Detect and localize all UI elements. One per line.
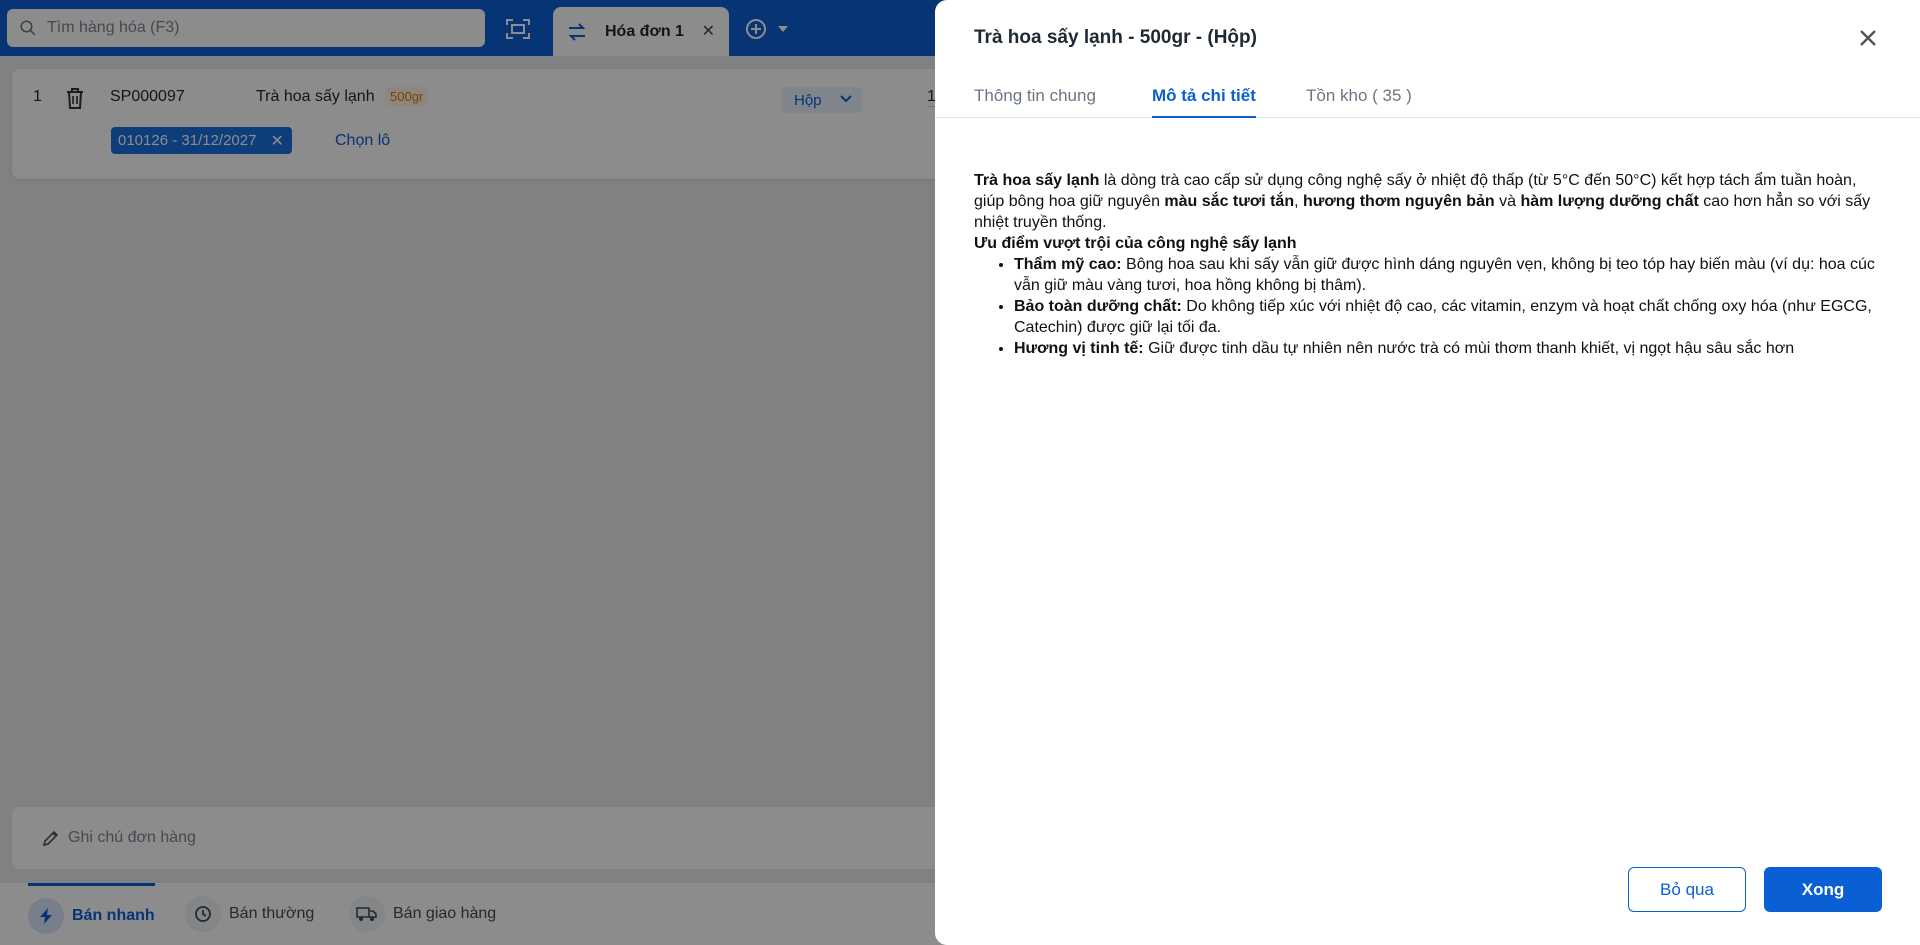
bullet-label: Hương vị tinh tế:	[1014, 340, 1144, 357]
intro-highlight: hương thơm nguyên bản	[1302, 193, 1495, 210]
intro-text: và	[1494, 193, 1521, 210]
product-detail-drawer: Trà hoa sấy lạnh - 500gr - (Hộp) Thông t…	[935, 0, 1920, 945]
advantages-heading: Ưu điểm vượt trội của công nghệ sấy lạnh	[974, 235, 1297, 252]
list-item: Thẩm mỹ cao: Bông hoa sau khi sấy vẫn gi…	[1014, 254, 1879, 296]
close-icon[interactable]	[1856, 26, 1880, 50]
cancel-button[interactable]: Bỏ qua	[1628, 867, 1746, 912]
description-intro: Trà hoa sấy lạnh là dòng trà cao cấp sử …	[974, 170, 1879, 233]
tab-general-info[interactable]: Thông tin chung	[974, 86, 1096, 118]
intro-highlight: màu sắc tươi tắn	[1164, 193, 1295, 210]
advantages-list: Thẩm mỹ cao: Bông hoa sau khi sấy vẫn gi…	[974, 254, 1879, 359]
bullet-text: Giữ được tinh dầu tự nhiên nên nước trà …	[1143, 340, 1795, 357]
drawer-title: Trà hoa sấy lạnh - 500gr - (Hộp)	[974, 27, 1257, 48]
product-description: Trà hoa sấy lạnh là dòng trà cao cấp sử …	[974, 170, 1879, 359]
intro-lead: Trà hoa sấy lạnh	[974, 172, 1100, 189]
intro-highlight: hàm lượng dưỡng chất	[1520, 193, 1699, 210]
drawer-tabs: Thông tin chung Mô tả chi tiết Tồn kho (…	[935, 82, 1920, 118]
tab-detail-description[interactable]: Mô tả chi tiết	[1152, 86, 1256, 118]
bullet-label: Bảo toàn dưỡng chất:	[1014, 298, 1182, 315]
list-item: Hương vị tinh tế: Giữ được tinh dầu tự n…	[1014, 338, 1879, 359]
bullet-label: Thẩm mỹ cao:	[1014, 256, 1122, 273]
intro-text: ,	[1294, 193, 1303, 210]
done-button[interactable]: Xong	[1764, 867, 1882, 912]
list-item: Bảo toàn dưỡng chất: Do không tiếp xúc v…	[1014, 296, 1879, 338]
tab-inventory[interactable]: Tồn kho ( 35 )	[1306, 86, 1412, 118]
bullet-text: Bông hoa sau khi sấy vẫn giữ được hình d…	[1014, 256, 1875, 294]
